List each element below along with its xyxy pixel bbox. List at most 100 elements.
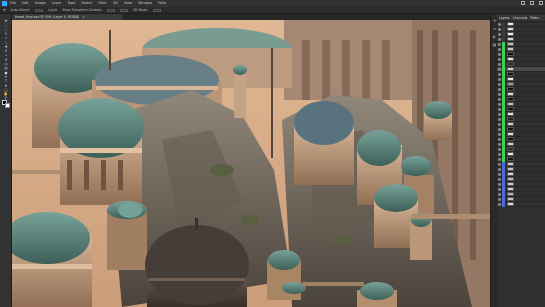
photoshop-window: File Edit Image Layer Type Select Filter… [0, 0, 545, 307]
layer-thumbnail [507, 42, 514, 46]
visibility-eye-icon[interactable] [498, 47, 501, 51]
layer-thumbnail [507, 72, 514, 76]
visibility-eye-icon[interactable] [498, 117, 501, 121]
photoshop-logo-icon [2, 1, 7, 6]
layer-thumbnail [507, 142, 514, 146]
menu-bar: File Edit Image Layer Type Select Filter… [0, 0, 545, 7]
minimize-icon[interactable] [521, 1, 525, 5]
visibility-eye-icon[interactable] [498, 102, 501, 106]
align-buttons[interactable] [106, 8, 115, 12]
visibility-eye-icon[interactable] [498, 177, 501, 181]
layer-thumbnail [507, 62, 514, 66]
menu-filter[interactable]: Filter [98, 0, 107, 7]
visibility-eye-icon[interactable] [498, 182, 501, 186]
visibility-eye-icon[interactable] [498, 87, 501, 91]
tab-layers[interactable]: Layers [499, 16, 510, 20]
fantasy-city-artwork [12, 20, 490, 307]
menu-edit[interactable]: Edit [22, 0, 29, 7]
visibility-eye-icon[interactable] [498, 157, 501, 161]
visibility-eye-icon[interactable] [498, 112, 501, 116]
layer-thumbnail [507, 102, 514, 106]
3d-mode-buttons[interactable] [153, 8, 162, 12]
tools-panel: ✥ ⬚ ◌ ✎ ⌗ ⤡ ✚ ✐ ⊥ ↺ ▭ ▤ ● ✒ T ➤ ▢ ✋ ⚲ [0, 14, 12, 307]
distribute-buttons[interactable] [119, 8, 128, 12]
visibility-eye-icon[interactable] [498, 62, 501, 66]
layer-thumbnail [507, 182, 514, 186]
visibility-eye-icon[interactable] [498, 192, 501, 196]
menu-select[interactable]: Select [81, 0, 92, 7]
show-transform-checkbox[interactable]: Show Transform Controls [62, 8, 102, 12]
visibility-eye-icon[interactable] [498, 167, 501, 171]
visibility-eye-icon[interactable] [498, 127, 501, 131]
layer-thumbnail [507, 117, 514, 121]
layer-thumbnail [507, 167, 514, 171]
visibility-eye-icon[interactable] [498, 92, 501, 96]
layer-thumbnail [507, 52, 514, 56]
visibility-eye-icon[interactable] [498, 27, 501, 31]
layer-thumbnail [507, 87, 514, 91]
visibility-eye-icon[interactable] [498, 162, 501, 166]
window-controls [521, 1, 543, 5]
layer-thumbnail [507, 202, 514, 206]
layer-thumbnail [507, 132, 514, 136]
visibility-eye-icon[interactable] [498, 72, 501, 76]
visibility-eye-icon[interactable] [498, 132, 501, 136]
visibility-eye-icon[interactable] [498, 42, 501, 46]
menu-image[interactable]: Image [35, 0, 46, 7]
background-color-swatch[interactable] [5, 103, 10, 108]
layer-thumbnail [507, 77, 514, 81]
menu-window[interactable]: Window [138, 0, 152, 7]
visibility-eye-icon[interactable] [498, 82, 501, 86]
panel-icon-strip: ⟲ ≡ ◐ ▦ [490, 14, 497, 307]
visibility-eye-icon[interactable] [498, 152, 501, 156]
maximize-icon[interactable] [530, 1, 534, 5]
document-tab-label: theed_final.psd @ 50% (Layer 0, RGB/8) [15, 15, 80, 19]
visibility-eye-icon[interactable] [498, 32, 501, 36]
visibility-eye-icon[interactable] [498, 107, 501, 111]
visibility-eye-icon[interactable] [498, 147, 501, 151]
layer-row[interactable] [497, 201, 545, 207]
visibility-eye-icon[interactable] [498, 122, 501, 126]
menu-3d[interactable]: 3D [113, 0, 118, 7]
document-canvas[interactable] [12, 20, 490, 307]
close-icon[interactable] [539, 1, 543, 5]
options-bar: ✥ Auto-Select: Layer Show Transform Cont… [0, 7, 545, 14]
move-tool-options-icon[interactable]: ✥ [3, 8, 6, 12]
visibility-eye-icon[interactable] [498, 97, 501, 101]
layer-thumbnail [507, 32, 514, 36]
zoom-tool-icon[interactable]: ⚲ [3, 95, 9, 101]
visibility-eye-icon[interactable] [498, 187, 501, 191]
visibility-eye-icon[interactable] [498, 197, 501, 201]
close-tab-icon[interactable]: × [82, 15, 85, 19]
layer-thumbnail [507, 137, 514, 141]
visibility-eye-icon[interactable] [498, 22, 501, 26]
tab-paths[interactable]: Paths [530, 16, 539, 20]
auto-select-label[interactable]: Auto-Select: [11, 8, 31, 12]
layers-panel: Layers Channels Paths [497, 14, 545, 307]
auto-select-dropdown[interactable] [35, 8, 44, 12]
visibility-eye-icon[interactable] [498, 77, 501, 81]
layer-thumbnail [507, 37, 514, 41]
visibility-eye-icon[interactable] [498, 67, 501, 71]
layer-thumbnail [507, 147, 514, 151]
menu-view[interactable]: View [124, 0, 132, 7]
layer-thumbnail [507, 162, 514, 166]
layer-color-tag [502, 201, 505, 207]
visibility-eye-icon[interactable] [498, 52, 501, 56]
visibility-eye-icon[interactable] [498, 137, 501, 141]
visibility-eye-icon[interactable] [498, 142, 501, 146]
menu-layer[interactable]: Layer [52, 0, 62, 7]
menu-type[interactable]: Type [67, 0, 75, 7]
layer-thumbnail [507, 107, 514, 111]
visibility-eye-icon[interactable] [498, 37, 501, 41]
visibility-eye-icon[interactable] [498, 57, 501, 61]
layer-thumbnail [507, 122, 514, 126]
layer-mode-label[interactable]: Layer [48, 8, 57, 12]
tab-channels[interactable]: Channels [513, 16, 528, 20]
visibility-eye-icon[interactable] [498, 202, 501, 206]
menu-help[interactable]: Help [158, 0, 166, 7]
layer-thumbnail [507, 47, 514, 51]
layer-thumbnail [507, 82, 514, 86]
menu-file[interactable]: File [10, 0, 16, 7]
visibility-eye-icon[interactable] [498, 172, 501, 176]
